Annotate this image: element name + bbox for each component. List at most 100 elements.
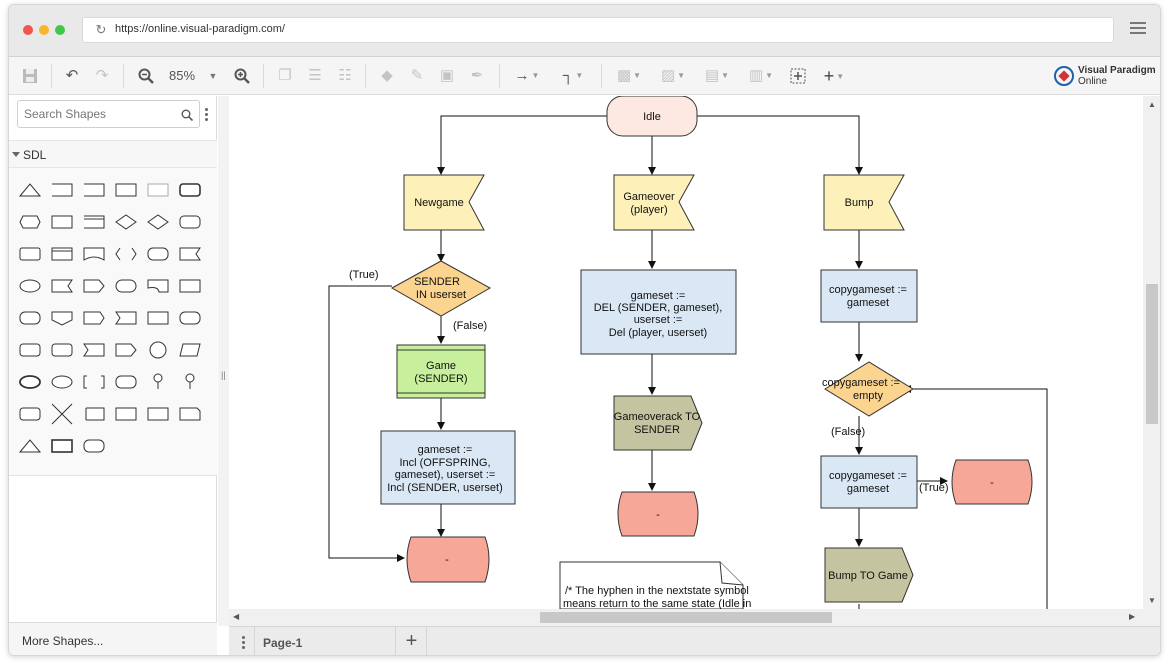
- vertical-scrollbar[interactable]: ▲ ▼: [1143, 96, 1160, 609]
- add-page-button[interactable]: +: [397, 627, 427, 655]
- save-icon[interactable]: [19, 65, 41, 87]
- diagram-canvas[interactable]: Idle Newgame Gameover (player) Bump SEND…: [229, 96, 1143, 609]
- palette-shape[interactable]: [115, 343, 137, 357]
- align-icon[interactable]: ▤ ▼: [699, 65, 735, 87]
- redo-icon[interactable]: ↷: [91, 65, 113, 87]
- palette-shape[interactable]: [115, 214, 137, 230]
- palette-shape[interactable]: [147, 247, 169, 261]
- palette-shape[interactable]: [51, 375, 73, 389]
- search-icon[interactable]: [181, 109, 193, 121]
- horizontal-scroll-thumb[interactable]: [540, 612, 832, 623]
- palette-shape[interactable]: [179, 247, 201, 261]
- palette-shape[interactable]: [19, 279, 41, 293]
- edge-sender-true[interactable]: [328, 285, 405, 562]
- close-window-dot[interactable]: [23, 25, 33, 35]
- palette-shape[interactable]: [18, 183, 42, 197]
- undo-icon[interactable]: ↶: [61, 65, 83, 87]
- palette-shape[interactable]: [149, 341, 167, 359]
- palette-shape[interactable]: [51, 343, 73, 357]
- palette-shape[interactable]: [179, 215, 201, 229]
- palette-shape[interactable]: [85, 407, 105, 421]
- palette-shape[interactable]: [179, 407, 201, 421]
- sdl-category-header[interactable]: SDL: [9, 140, 217, 168]
- arrange-icon[interactable]: ▨ ▼: [655, 65, 691, 87]
- palette-shape[interactable]: [147, 214, 169, 230]
- maximize-window-dot[interactable]: [55, 25, 65, 35]
- palette-shape[interactable]: [51, 247, 73, 261]
- paste-icon[interactable]: ☰: [305, 65, 325, 87]
- horizontal-scrollbar[interactable]: ◀ ▶: [229, 609, 1143, 626]
- connector-style-icon[interactable]: → ▼: [509, 65, 545, 87]
- sidebar-splitter[interactable]: ||: [218, 96, 229, 626]
- palette-shape[interactable]: [115, 311, 137, 325]
- edge-idle-bump[interactable]: [697, 115, 863, 175]
- fill-color-icon[interactable]: ◆: [377, 65, 397, 87]
- minimize-window-dot[interactable]: [39, 25, 49, 35]
- palette-shape[interactable]: [51, 439, 73, 453]
- palette-shape[interactable]: [83, 375, 105, 389]
- palette-shape[interactable]: [179, 343, 201, 357]
- palette-shape[interactable]: [179, 183, 201, 197]
- address-url[interactable]: https://online.visual-paradigm.com/: [115, 23, 285, 35]
- palette-shape[interactable]: [83, 311, 105, 325]
- copygameset-task-node-1[interactable]: [820, 269, 918, 323]
- gameoverack-output-node[interactable]: [613, 395, 703, 451]
- zoom-out-icon[interactable]: [135, 65, 157, 87]
- empty-decision-node[interactable]: [824, 361, 914, 417]
- palette-shape[interactable]: [179, 279, 201, 293]
- shadow-icon[interactable]: ▣: [437, 65, 457, 87]
- waypoint-style-icon[interactable]: ┐ ▼: [555, 65, 591, 87]
- palette-shape[interactable]: [83, 279, 105, 293]
- palette-shape[interactable]: [83, 439, 105, 453]
- palette-shape[interactable]: [185, 373, 195, 383]
- browser-menu-icon[interactable]: [1130, 22, 1146, 36]
- palette-shape[interactable]: [19, 311, 41, 325]
- distribute-icon[interactable]: ▥ ▼: [743, 65, 779, 87]
- palette-shape[interactable]: [19, 343, 41, 357]
- palette-shape[interactable]: [147, 279, 169, 293]
- palette-shape[interactable]: [115, 375, 137, 389]
- palette-shape[interactable]: [147, 183, 169, 197]
- fit-page-icon[interactable]: [787, 65, 809, 87]
- insert-icon[interactable]: + ▼: [817, 65, 851, 87]
- palette-shapes[interactable]: [9, 168, 217, 468]
- palette-shape[interactable]: [19, 375, 41, 389]
- address-bar[interactable]: ↻ https://online.visual-paradigm.com/: [82, 17, 1114, 43]
- palette-shape[interactable]: [19, 407, 41, 421]
- sidebar-menu-icon[interactable]: [205, 108, 208, 122]
- palette-shape[interactable]: [115, 183, 137, 197]
- zoom-level[interactable]: 85%: [169, 68, 195, 83]
- palette-shape[interactable]: [147, 311, 169, 325]
- palette-shape[interactable]: [19, 215, 41, 229]
- select-group-icon[interactable]: ▩ ▼: [611, 65, 647, 87]
- palette-shape[interactable]: [83, 343, 105, 357]
- scroll-down-icon[interactable]: ▼: [1148, 596, 1156, 605]
- delete-icon[interactable]: ☷: [335, 65, 355, 87]
- palette-shape[interactable]: [51, 403, 73, 425]
- page-menu-icon[interactable]: [242, 636, 245, 650]
- zoom-in-icon[interactable]: [231, 65, 253, 87]
- palette-shape[interactable]: [115, 279, 137, 293]
- palette-shape[interactable]: [51, 311, 73, 326]
- palette-shape[interactable]: [84, 215, 105, 229]
- palette-shape[interactable]: [147, 407, 169, 421]
- search-shapes-input[interactable]: Search Shapes: [17, 100, 200, 128]
- palette-shape[interactable]: [115, 407, 137, 421]
- palette-shape[interactable]: [83, 247, 105, 261]
- palette-shape[interactable]: [18, 439, 42, 453]
- palette-shape[interactable]: [115, 247, 137, 261]
- scroll-right-icon[interactable]: ▶: [1129, 612, 1135, 621]
- copy-icon[interactable]: ❐: [275, 65, 295, 87]
- reload-icon[interactable]: ↻: [93, 22, 109, 38]
- palette-shape[interactable]: [179, 311, 201, 325]
- copygameset-task-node-2[interactable]: [820, 455, 918, 509]
- format-painter-icon[interactable]: ✒: [467, 65, 487, 87]
- line-color-icon[interactable]: ✎: [407, 65, 427, 87]
- palette-shape[interactable]: [19, 247, 41, 261]
- zoom-dropdown-chevron-icon[interactable]: ▼: [206, 65, 220, 87]
- palette-shape[interactable]: [51, 279, 73, 293]
- vertical-scroll-thumb[interactable]: [1146, 284, 1158, 424]
- collapse-caret-icon[interactable]: [12, 152, 20, 157]
- scroll-left-icon[interactable]: ◀: [233, 612, 239, 621]
- page-tab[interactable]: Page-1: [254, 627, 396, 655]
